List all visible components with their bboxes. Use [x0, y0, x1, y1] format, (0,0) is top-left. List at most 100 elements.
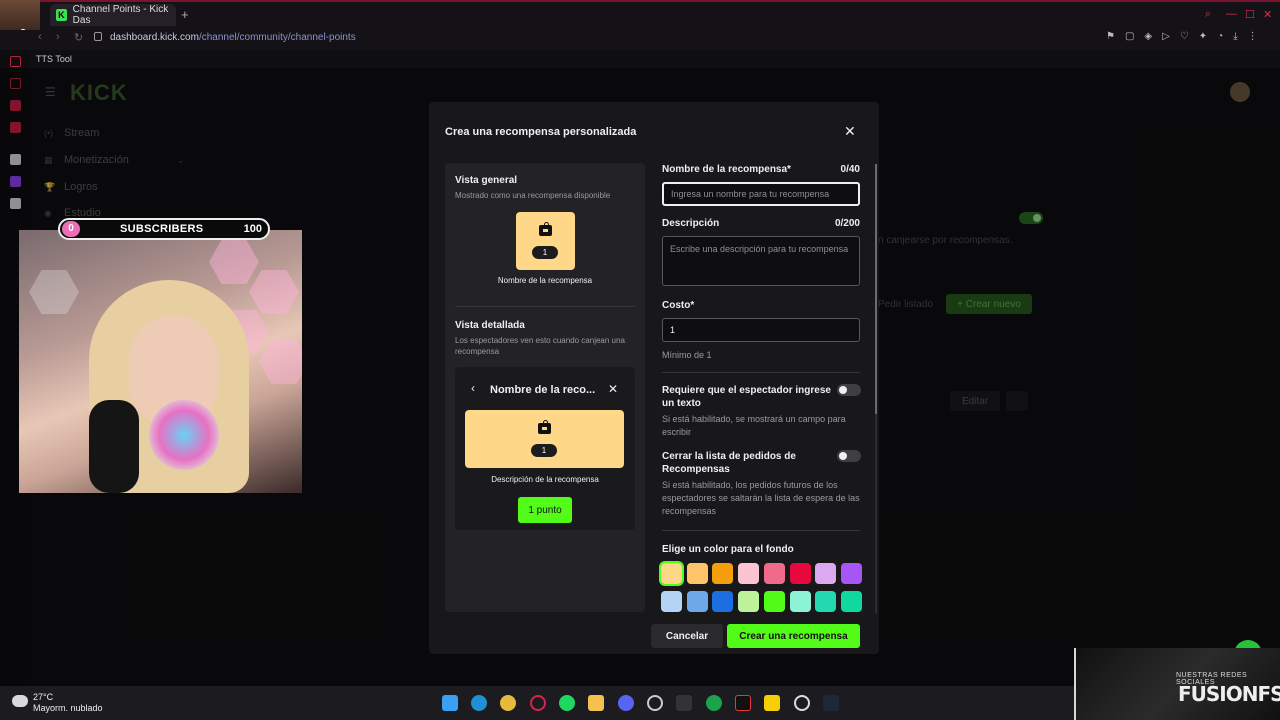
- subs-goal: 100: [243, 223, 262, 235]
- reward-description-input[interactable]: [662, 236, 860, 286]
- color-swatch[interactable]: [738, 591, 760, 612]
- extensions-icon[interactable]: ✦: [1199, 31, 1207, 42]
- reward-card-preview: 1: [516, 212, 575, 270]
- cost-badge: 1: [532, 246, 558, 259]
- subs-label: SUBSCRIBERS: [120, 223, 204, 235]
- color-swatch[interactable]: [686, 591, 708, 612]
- color-swatch[interactable]: [738, 563, 760, 584]
- kick-favicon-icon: K: [56, 9, 67, 21]
- profile-icon[interactable]: ◔: [1217, 31, 1223, 42]
- temperature: 27°C: [33, 692, 54, 702]
- color-swatch[interactable]: [659, 561, 684, 586]
- url-field[interactable]: dashboard.kick.com/channel/community/cha…: [110, 32, 356, 43]
- cost-label: Costo*: [662, 300, 695, 311]
- new-tab-button[interactable]: +: [181, 7, 189, 22]
- divider: [662, 530, 860, 531]
- scrollbar-thumb[interactable]: [875, 164, 877, 414]
- cost-input[interactable]: [662, 318, 860, 342]
- opera-gx-icon[interactable]: [530, 695, 546, 711]
- name-counter: 0/40: [840, 164, 860, 175]
- browser-toolbar: ⚑ ▢ ◈ ▷ ♡ ✦ ◔ ⤓ ⋮: [1106, 31, 1258, 42]
- maximize-icon[interactable]: ☐: [1245, 8, 1255, 21]
- shield-icon[interactable]: ◈: [1144, 31, 1152, 42]
- require-text-help: Si está habilitado, se mostrará un campo…: [662, 414, 846, 437]
- detailed-preview: ‹ Nombre de la reco... ✕ 1 Descripción d…: [455, 367, 635, 530]
- create-reward-button[interactable]: Crear una recompensa: [727, 624, 860, 648]
- brand-name: FUSIONFSGG: [1178, 682, 1280, 706]
- browser-tab[interactable]: K Channel Points - Kick Das: [50, 4, 176, 26]
- color-swatch[interactable]: [712, 563, 734, 584]
- color-swatch[interactable]: [763, 591, 785, 612]
- description-counter: 0/200: [834, 218, 860, 229]
- close-icon: ✕: [608, 382, 619, 396]
- cost-hint: Mínimo de 1: [662, 350, 712, 360]
- require-text-toggle[interactable]: [837, 384, 861, 396]
- chrome-icon[interactable]: [500, 695, 516, 711]
- preview-panel: Vista general Mostrado como una recompen…: [445, 163, 645, 612]
- tiktok-icon[interactable]: [735, 695, 751, 711]
- detail-card: 1: [465, 410, 624, 468]
- color-swatch[interactable]: [712, 591, 734, 612]
- forward-icon[interactable]: ›: [56, 31, 60, 43]
- webcam-feed: [19, 230, 302, 493]
- close-window-icon[interactable]: ✕: [1263, 8, 1272, 21]
- reward-name-input[interactable]: [662, 182, 860, 206]
- discord-icon[interactable]: [618, 695, 634, 711]
- browser-tab-bar: [0, 0, 1280, 30]
- spotify-icon[interactable]: [559, 695, 575, 711]
- xbox-icon[interactable]: [706, 695, 722, 711]
- menu-icon[interactable]: ⋮: [1248, 31, 1258, 42]
- color-swatch[interactable]: [789, 563, 811, 584]
- close-queue-label: Cerrar la lista de pedidos de Recompensa…: [662, 451, 796, 475]
- color-swatch[interactable]: [815, 563, 837, 584]
- close-icon[interactable]: ✕: [844, 123, 856, 140]
- color-swatch[interactable]: [815, 591, 837, 612]
- sticky-notes-icon[interactable]: [764, 695, 780, 711]
- cancel-button[interactable]: Cancelar: [651, 624, 723, 648]
- edge-icon[interactable]: [471, 695, 487, 711]
- color-swatch[interactable]: [686, 563, 708, 584]
- screenshot-icon[interactable]: ▢: [1125, 31, 1134, 42]
- detailed-heading: Vista detallada: [455, 320, 525, 331]
- color-swatch[interactable]: [763, 563, 785, 584]
- pin-icon[interactable]: ⚑: [1106, 31, 1115, 42]
- detail-description: Descripción de la recompensa: [491, 475, 599, 484]
- description-label: Descripción: [662, 218, 720, 229]
- back-icon[interactable]: ‹: [38, 31, 42, 43]
- settings-icon[interactable]: [794, 695, 810, 711]
- back-icon: ‹: [471, 381, 475, 395]
- detail-title: Nombre de la reco...: [490, 384, 596, 396]
- reload-icon[interactable]: ↻: [74, 31, 83, 44]
- search-icon[interactable]: ⌕: [1205, 8, 1211, 21]
- obs-icon[interactable]: [647, 695, 663, 711]
- play-icon[interactable]: ▷: [1162, 31, 1170, 42]
- divider: [455, 306, 635, 307]
- close-queue-help: Si está habilitado, los pedidos futuros …: [662, 480, 860, 516]
- tab-title: Channel Points - Kick Das: [72, 4, 169, 26]
- sidebar-history-icon[interactable]: [10, 56, 21, 67]
- modal-title: Crea una recompensa personalizada: [445, 126, 637, 138]
- weather-condition: Mayorm. nublado: [33, 703, 103, 713]
- overview-heading: Vista general: [455, 175, 518, 186]
- start-icon[interactable]: [442, 695, 458, 711]
- download-icon[interactable]: ⤓: [1233, 31, 1237, 42]
- weather-widget[interactable]: 27°C Mayorm. nublado: [33, 692, 103, 714]
- color-label: Elige un color para el fondo: [662, 544, 794, 555]
- folder-icon[interactable]: [588, 695, 604, 711]
- color-swatch[interactable]: [789, 591, 811, 612]
- tf-icon[interactable]: [676, 695, 692, 711]
- minimize-icon[interactable]: —: [1226, 8, 1237, 20]
- close-queue-toggle[interactable]: [837, 450, 861, 462]
- cloud-icon: [12, 695, 28, 707]
- color-swatch[interactable]: [840, 591, 862, 612]
- subscriber-goal-bar: 0 SUBSCRIBERS 100: [58, 218, 270, 240]
- heart-icon[interactable]: ♡: [1180, 31, 1189, 42]
- color-swatch[interactable]: [661, 591, 682, 612]
- detailed-subtitle: Los espectadores ven esto cuando canjean…: [455, 336, 625, 356]
- steam-icon[interactable]: [823, 695, 839, 711]
- cost-badge: 1: [531, 444, 557, 457]
- bookmark-tts-tool[interactable]: TTS Tool: [36, 54, 72, 64]
- require-text-label: Requiere que el espectador ingrese un te…: [662, 385, 831, 409]
- subs-current: 0: [62, 221, 80, 237]
- color-swatch[interactable]: [840, 563, 862, 584]
